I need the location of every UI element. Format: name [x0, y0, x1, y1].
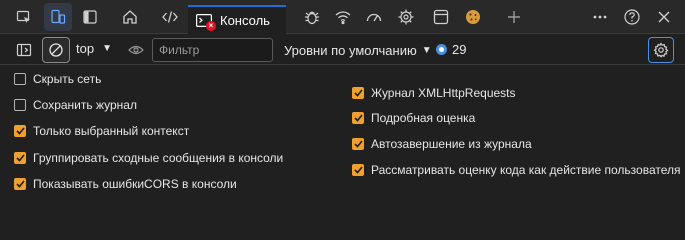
issues-count: 29	[452, 42, 467, 57]
eager-evaluation-checkbox[interactable]	[352, 112, 364, 124]
performance-gauge-icon[interactable]	[360, 3, 388, 31]
clear-console-button[interactable]	[42, 37, 70, 63]
add-tool-plus-icon[interactable]	[500, 3, 528, 31]
block-icon	[49, 43, 63, 57]
selected-context-only-option[interactable]: Только выбранный контекст	[14, 124, 189, 138]
console-icon: ×	[196, 13, 216, 31]
log-xhr-checkbox[interactable]	[352, 87, 364, 99]
issues-counter[interactable]: 29	[436, 42, 466, 57]
devtools-window: × Консоль top ▼ Фильтр Уровни по умолчан…	[0, 0, 685, 200]
check-icon	[353, 89, 363, 97]
check-icon	[15, 180, 25, 188]
device-emulation-icon[interactable]	[44, 3, 72, 31]
tab-strip: × Консоль	[0, 0, 685, 34]
sources-bug-icon[interactable]	[298, 3, 326, 31]
caret-down-icon: ▼	[421, 45, 432, 56]
tab-console[interactable]: × Консоль	[188, 5, 286, 34]
option-label: Скрыть сеть	[33, 72, 102, 86]
check-icon	[353, 114, 363, 122]
filter-input[interactable]	[152, 38, 273, 62]
option-label: Автозавершение из журнала	[371, 137, 532, 151]
check-icon	[353, 166, 363, 174]
memory-chip-icon[interactable]	[392, 3, 420, 31]
log-levels-dropdown[interactable]: Уровни по умолчанию ▼	[284, 43, 432, 58]
application-window-icon[interactable]	[427, 3, 455, 31]
option-label: Показывать ошибкиCORS в консоли	[33, 177, 237, 191]
elements-code-icon[interactable]	[156, 3, 184, 31]
dock-panel-icon[interactable]	[76, 3, 104, 31]
cookie-icon[interactable]	[459, 3, 487, 31]
autocomplete-history-option[interactable]: Автозавершение из журнала	[352, 137, 532, 151]
more-options-icon[interactable]	[586, 3, 614, 31]
user-activation-eval-option[interactable]: Рассматривать оценку кода как действие п…	[352, 163, 681, 177]
welcome-home-icon[interactable]	[116, 3, 144, 31]
close-icon[interactable]	[650, 3, 678, 31]
hide-network-option[interactable]: Скрыть сеть	[14, 72, 101, 86]
check-icon	[353, 140, 363, 148]
console-settings-button[interactable]	[648, 37, 674, 63]
check-icon	[15, 154, 25, 162]
autocomplete-history-checkbox[interactable]	[352, 138, 364, 150]
console-toolbar: top ▼ Уровни по умолчанию ▼ 29	[0, 35, 685, 65]
check-icon	[15, 127, 25, 135]
show-sidebar-icon[interactable]	[10, 36, 38, 64]
eager-evaluation-option[interactable]: Подробная оценка	[352, 111, 475, 125]
issues-info-icon	[436, 44, 447, 55]
show-cors-errors-option[interactable]: Показывать ошибкиCORS в консоли	[14, 177, 237, 191]
group-similar-checkbox[interactable]	[14, 152, 26, 164]
option-label: Рассматривать оценку кода как действие п…	[371, 163, 681, 177]
user-activation-eval-checkbox[interactable]	[352, 164, 364, 176]
hide-network-checkbox[interactable]	[14, 73, 26, 85]
preserve-log-option[interactable]: Сохранить журнал	[14, 98, 137, 112]
help-icon[interactable]	[618, 3, 646, 31]
tab-console-label: Консоль	[220, 13, 270, 28]
context-value: top	[76, 41, 95, 56]
option-label: Сохранить журнал	[33, 98, 137, 112]
live-expression-eye-icon[interactable]	[126, 40, 146, 60]
selected-context-only-checkbox[interactable]	[14, 125, 26, 137]
inspect-element-icon[interactable]	[10, 3, 38, 31]
console-settings-pane: Скрыть сеть Сохранить журнал Только выбр…	[0, 66, 685, 200]
log-xhr-option[interactable]: Журнал XMLHttpRequests	[352, 86, 516, 100]
option-label: Журнал XMLHttpRequests	[371, 86, 516, 100]
network-wifi-icon[interactable]	[329, 3, 357, 31]
log-levels-label: Уровни по умолчанию	[284, 43, 417, 58]
group-similar-option[interactable]: Группировать сходные сообщения в консоли	[14, 151, 283, 165]
context-selector[interactable]: top ▼	[76, 41, 112, 56]
option-label: Группировать сходные сообщения в консоли	[33, 151, 284, 165]
show-cors-errors-checkbox[interactable]	[14, 178, 26, 190]
gear-icon	[653, 42, 669, 58]
caret-down-icon: ▼	[102, 43, 112, 54]
preserve-log-checkbox[interactable]	[14, 99, 26, 111]
error-badge-icon: ×	[206, 20, 216, 31]
option-label: Подробная оценка	[371, 111, 476, 125]
option-label: Только выбранный контекст	[33, 124, 190, 138]
